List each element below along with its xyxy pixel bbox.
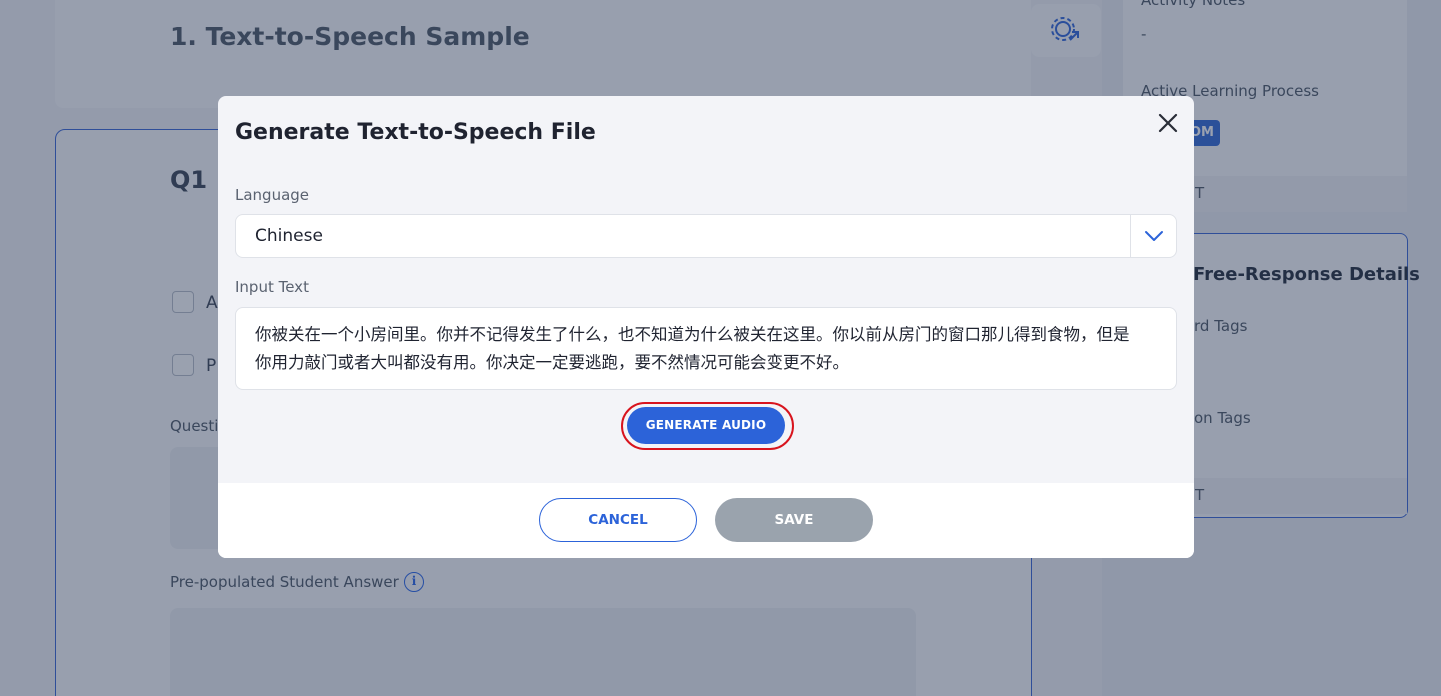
save-button[interactable]: SAVE bbox=[715, 498, 873, 542]
language-label: Language bbox=[235, 186, 310, 204]
input-text-area[interactable]: 你被关在一个小房间里。你并不记得发生了什么，也不知道为什么被关在这里。你以前从房… bbox=[235, 307, 1177, 390]
language-dropdown-toggle[interactable] bbox=[1130, 215, 1176, 257]
input-text-label: Input Text bbox=[235, 278, 309, 296]
language-select[interactable]: Chinese bbox=[235, 214, 1177, 258]
tts-modal: Generate Text-to-Speech File Language Ch… bbox=[218, 96, 1194, 558]
modal-footer: CANCEL SAVE bbox=[218, 483, 1194, 558]
cancel-button[interactable]: CANCEL bbox=[539, 498, 697, 542]
language-select-value: Chinese bbox=[255, 226, 323, 246]
chevron-down-icon bbox=[1145, 231, 1163, 241]
generate-audio-button[interactable]: GENERATE AUDIO bbox=[627, 407, 785, 444]
close-icon bbox=[1158, 113, 1178, 133]
close-button[interactable] bbox=[1155, 110, 1181, 136]
modal-title: Generate Text-to-Speech File bbox=[235, 120, 596, 145]
